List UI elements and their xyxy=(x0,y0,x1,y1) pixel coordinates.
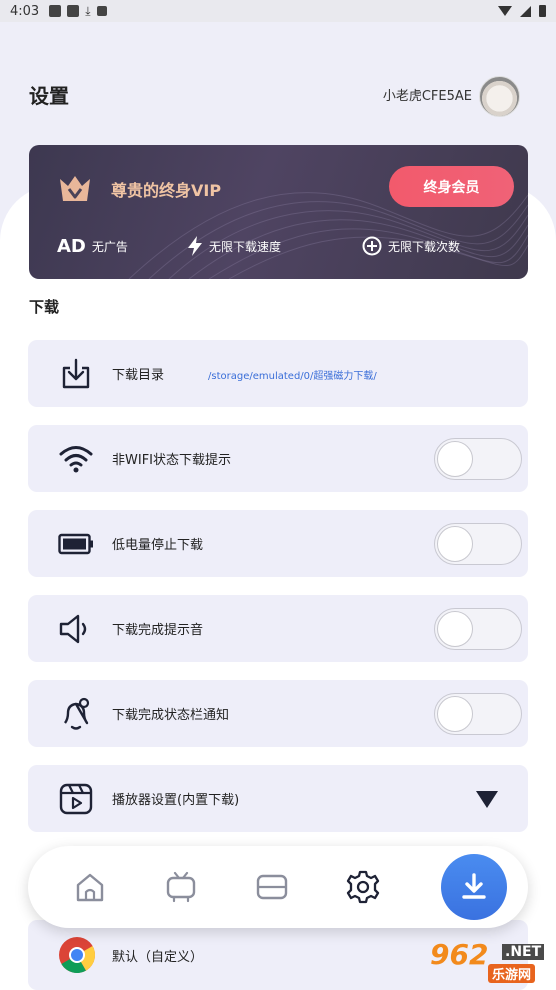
caret-down-icon[interactable] xyxy=(476,791,498,808)
notification-icon xyxy=(49,5,62,17)
download-icon xyxy=(58,356,94,392)
status-time: 4:03 xyxy=(10,3,40,19)
download-status-icon: ⤓ xyxy=(85,3,91,18)
setting-row-complete-sound: 下载完成提示音 xyxy=(28,595,528,662)
toggle-knob xyxy=(437,611,473,647)
setting-row-statusbar-notify: 下载完成状态栏通知 xyxy=(28,680,528,747)
lightning-icon xyxy=(188,236,202,256)
signal-icon xyxy=(520,5,531,17)
lifetime-member-button[interactable]: 终身会员 xyxy=(389,166,514,207)
vip-feature-label: 无广告 xyxy=(91,239,128,254)
toggle-knob xyxy=(437,696,473,732)
setting-label: 下载目录 xyxy=(112,368,165,383)
vip-card: 尊贵的终身VIP 终身会员 AD 无广告 无限下载速度 无限下载次数 xyxy=(29,145,528,279)
gear-icon xyxy=(346,870,380,904)
player-icon xyxy=(58,781,94,817)
wifi-icon xyxy=(58,441,94,477)
wifi-status-icon xyxy=(498,6,512,16)
battery-icon xyxy=(58,526,94,562)
statusbar-notify-toggle[interactable] xyxy=(434,693,522,735)
card-icon xyxy=(256,874,288,900)
watermark-sub: 乐游网 xyxy=(488,964,536,983)
vip-feature-no-ads: AD 无广告 xyxy=(57,235,128,257)
nav-tv[interactable] xyxy=(161,867,201,907)
crown-icon xyxy=(60,176,90,201)
setting-label: 播放器设置(内置下载) xyxy=(112,793,240,808)
vip-feature-speed: 无限下载速度 xyxy=(187,235,281,257)
bottom-nav xyxy=(28,846,528,928)
player-option-label: 默认（自定义） xyxy=(112,950,204,965)
non-wifi-toggle[interactable] xyxy=(434,438,522,480)
toggle-knob xyxy=(437,441,473,477)
watermark-net: .NET xyxy=(502,944,545,960)
battery-status-icon xyxy=(539,5,546,17)
download-icon xyxy=(462,873,486,899)
ad-icon: AD xyxy=(57,235,86,257)
low-battery-toggle[interactable] xyxy=(434,523,522,565)
watermark-logo: 962 .NET 乐游网 xyxy=(418,938,554,986)
toggle-knob xyxy=(437,526,473,562)
notification-icon xyxy=(67,5,80,17)
nav-settings[interactable] xyxy=(343,867,383,907)
status-bar: 4:03 ⤓ xyxy=(0,0,556,22)
setting-row-non-wifi-prompt: 非WIFI状态下载提示 xyxy=(28,425,528,492)
section-title-download: 下载 xyxy=(29,298,60,316)
app-status-icon xyxy=(96,6,107,16)
username[interactable]: 小老虎CFE5AE xyxy=(383,85,472,104)
vip-feature-label: 无限下载速度 xyxy=(209,239,282,254)
complete-sound-toggle[interactable] xyxy=(434,608,522,650)
bell-icon xyxy=(58,696,94,732)
nav-cards[interactable] xyxy=(252,867,292,907)
tv-icon xyxy=(166,871,196,903)
nav-home[interactable] xyxy=(70,867,110,907)
page-title: 设置 xyxy=(29,84,69,108)
setting-row-low-battery: 低电量停止下载 xyxy=(28,510,528,577)
vip-feature-unlimited: 无限下载次数 xyxy=(362,235,460,257)
setting-label: 下载完成状态栏通知 xyxy=(112,708,230,723)
avatar[interactable] xyxy=(479,76,520,117)
plus-circle-icon xyxy=(362,236,382,256)
watermark-number: 962 xyxy=(430,938,489,971)
setting-row-download-dir[interactable]: 下载目录 /storage/emulated/0/超强磁力下载/ xyxy=(28,340,528,407)
setting-row-player[interactable]: 播放器设置(内置下载) xyxy=(28,765,528,832)
chrome-icon xyxy=(59,937,96,974)
setting-label: 下载完成提示音 xyxy=(112,623,204,638)
setting-label: 非WIFI状态下载提示 xyxy=(112,453,231,468)
download-path: /storage/emulated/0/超强磁力下载/ xyxy=(208,371,377,382)
vip-title: 尊贵的终身VIP xyxy=(111,181,222,200)
setting-label: 低电量停止下载 xyxy=(112,538,204,553)
download-fab[interactable] xyxy=(441,854,507,920)
home-icon xyxy=(76,873,104,902)
vip-feature-label: 无限下载次数 xyxy=(388,239,461,254)
speaker-icon xyxy=(58,611,94,647)
